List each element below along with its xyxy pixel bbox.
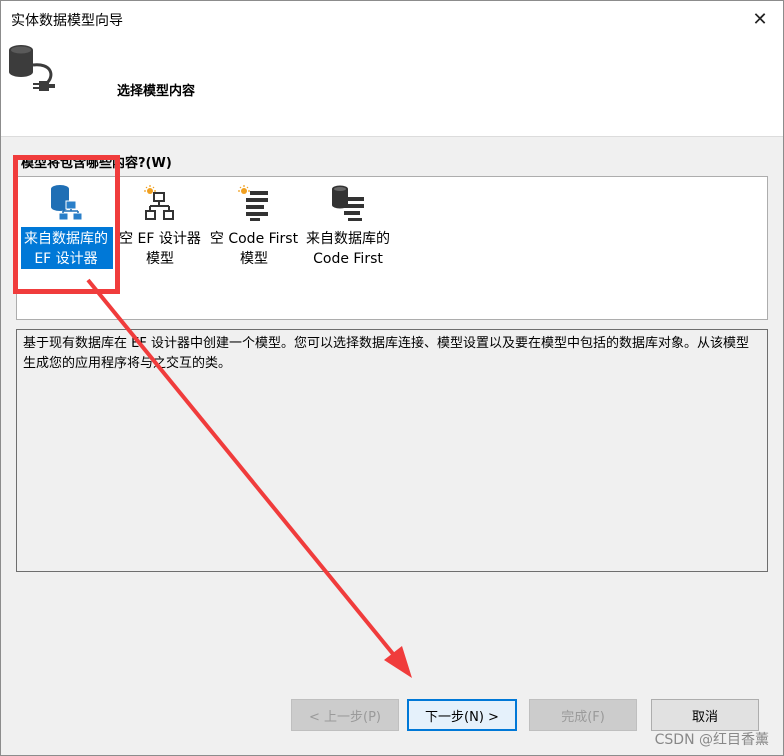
title-bar: 实体数据模型向导 ✕	[1, 1, 783, 37]
ef-designer-from-db-icon	[51, 185, 83, 221]
list-item-ef-designer-from-db[interactable]: 来自数据库的 EF 设计器	[19, 181, 113, 269]
item-label-line2: 模型	[240, 251, 268, 267]
database-connector-icon	[9, 45, 55, 91]
description-panel: 基于现有数据库在 EF 设计器中创建一个模型。您可以选择数据库连接、模型设置以及…	[16, 329, 768, 572]
watermark: CSDN @红目香薰	[654, 732, 769, 748]
prev-button[interactable]: < 上一步(P)	[291, 699, 399, 731]
empty-code-first-icon	[238, 185, 268, 221]
next-button[interactable]: 下一步(N) >	[407, 699, 517, 731]
empty-ef-designer-icon	[144, 185, 174, 220]
close-button[interactable]: ✕	[737, 1, 783, 37]
model-content-label: 模型将包含哪些内容?(W)	[21, 156, 172, 171]
code-first-from-db-icon	[332, 185, 364, 221]
item-label-line1: 空 EF 设计器	[119, 231, 201, 247]
wizard-header: 选择模型内容	[1, 37, 783, 137]
list-item-code-first-from-db[interactable]: 来自数据库的 Code First	[301, 181, 395, 269]
item-label-line1: 来自数据库的	[306, 231, 390, 247]
list-item-empty-ef-designer[interactable]: 空 EF 设计器 模型	[113, 181, 207, 269]
window-title: 实体数据模型向导	[11, 13, 123, 29]
item-label-line2: EF 设计器	[34, 251, 98, 267]
item-label-line1: 来自数据库的	[24, 231, 108, 247]
close-icon: ✕	[752, 8, 768, 30]
list-item-empty-code-first[interactable]: 空 Code First 模型	[207, 181, 301, 269]
finish-button[interactable]: 完成(F)	[529, 699, 637, 731]
item-label-line1: 空 Code First	[209, 231, 299, 247]
wizard-window: 实体数据模型向导 ✕ 选择模型内容 模型将包含哪些内容?(W) 来自数据库的 E…	[0, 0, 784, 756]
page-title: 选择模型内容	[117, 84, 196, 99]
model-content-list[interactable]: 来自数据库的 EF 设计器 空 EF 设计器 模型 空 Code First 模…	[16, 176, 768, 320]
item-label-line2: Code First	[313, 251, 383, 267]
cancel-button[interactable]: 取消	[651, 699, 759, 731]
item-label-line2: 模型	[146, 251, 174, 267]
